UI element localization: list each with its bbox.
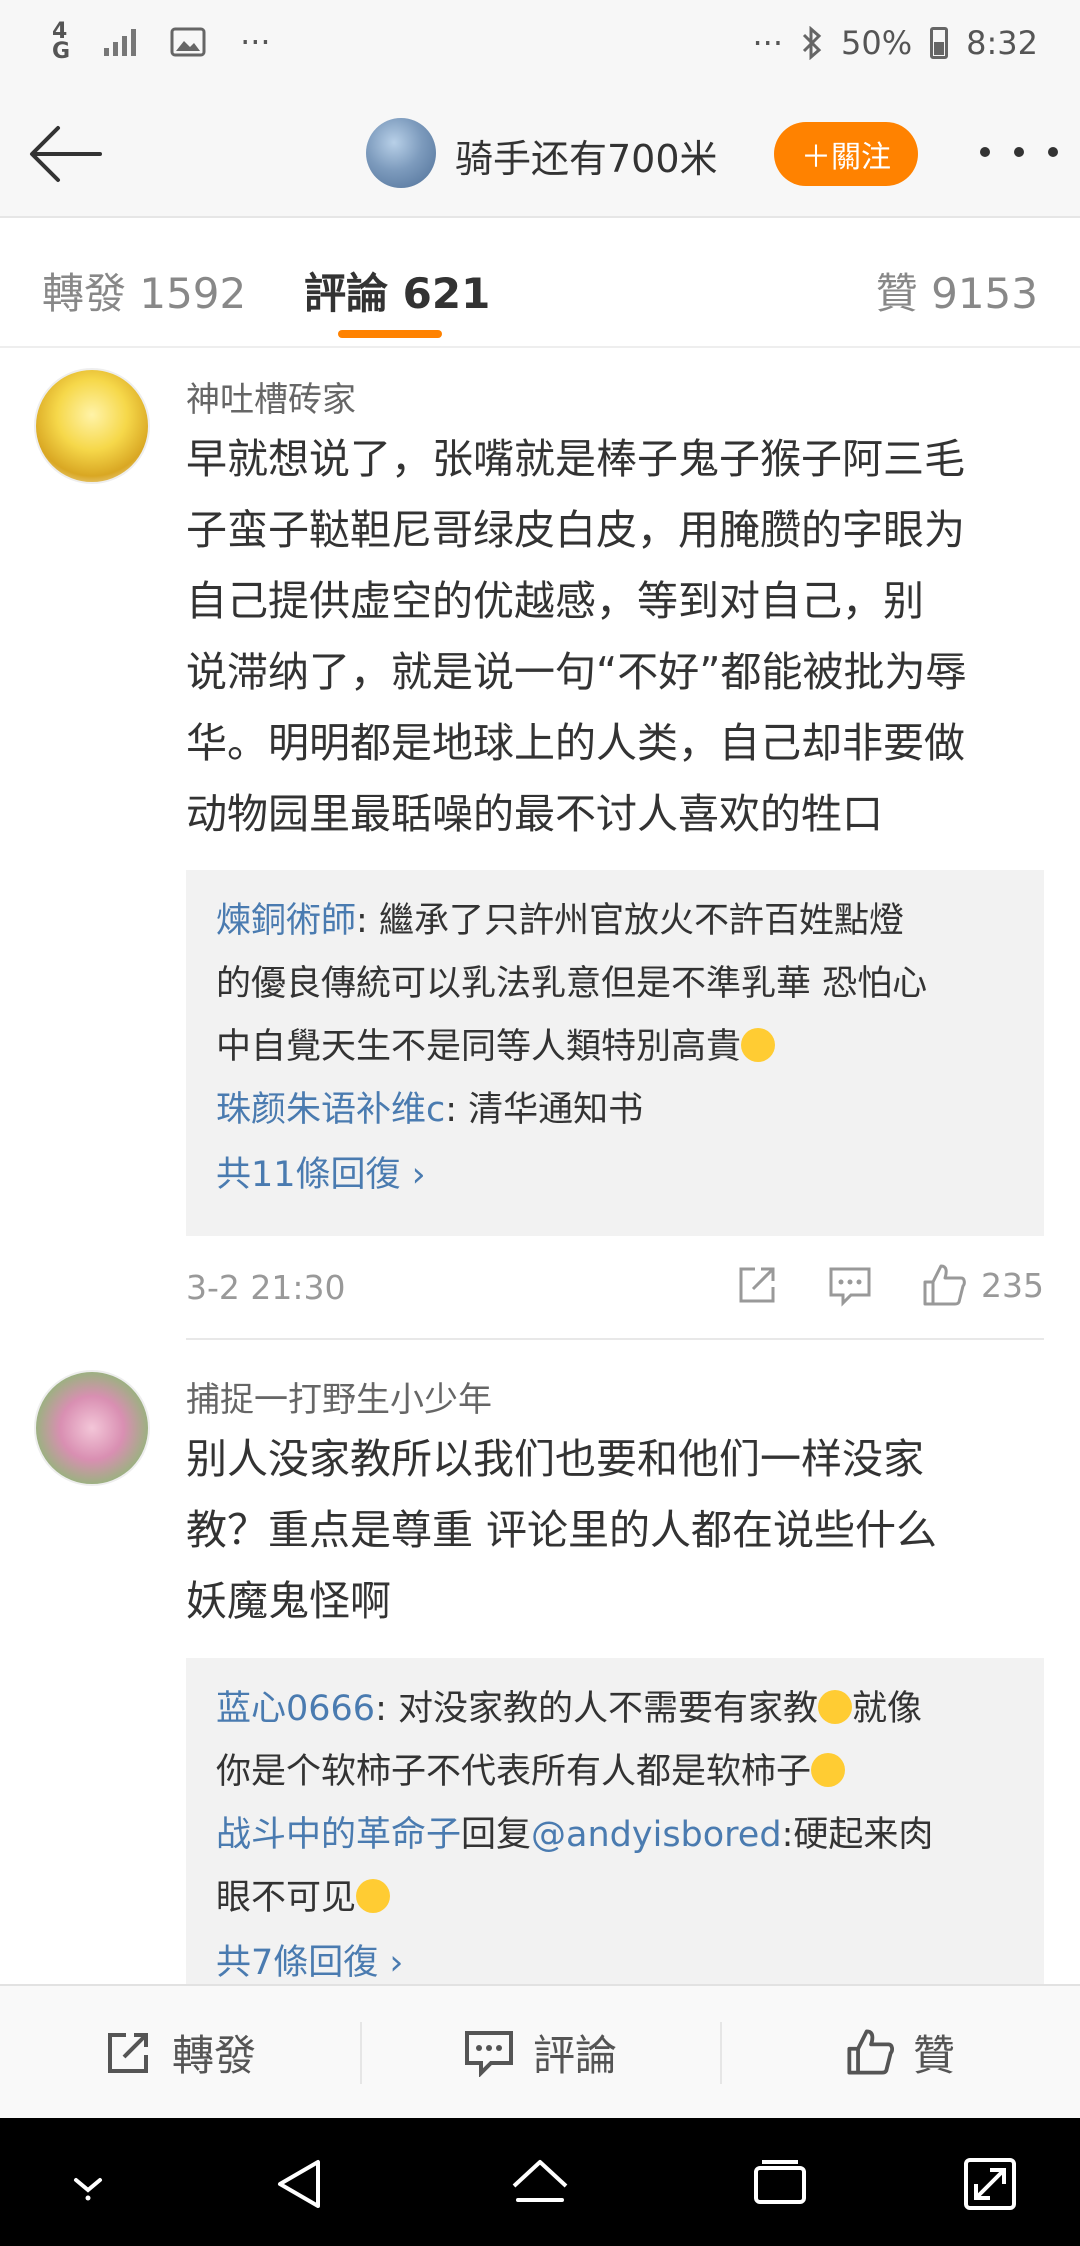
hide-keyboard-icon[interactable] bbox=[58, 2154, 118, 2214]
like-label: 贊 bbox=[912, 2030, 955, 2080]
reply-box[interactable]: 蓝心0666: 对没家教的人不需要有家教 就像 你是个软柿子不代表所有人都是软柿子… bbox=[186, 1658, 1044, 1984]
thumbs-up-icon bbox=[847, 2029, 894, 2075]
thumbs-up-icon bbox=[923, 1264, 966, 1306]
tab-bar: 轉發 1592 評論 621 贊 9153 bbox=[0, 218, 1080, 348]
comment-line: 别人没家教所以我们也要和他们一样没家 bbox=[186, 1435, 924, 1483]
bluetooth-icon bbox=[802, 26, 822, 60]
smile-emoji-icon bbox=[811, 1753, 846, 1787]
comment-text: 别人没家教所以我们也要和他们一样没家 教？重点是尊重 评论里的人都在说些什么 妖… bbox=[186, 1424, 1046, 1637]
comment-line: 早就想说了，张嘴就是棒子鬼子猴子阿三毛 bbox=[186, 435, 965, 483]
status-more: ··· bbox=[752, 24, 784, 62]
reply-text: 对没家教的人不需要有家教 bbox=[398, 1689, 819, 1729]
author-name[interactable]: 骑手还有700米 bbox=[455, 128, 718, 183]
tab-comment[interactable]: 評論 621 bbox=[304, 260, 490, 321]
clock: 8:32 bbox=[966, 24, 1038, 62]
reply-item: 煉銅術師: 繼承了只許州官放火不許百姓點燈 bbox=[216, 890, 1014, 953]
comment-label: 評論 bbox=[532, 2030, 617, 2080]
reply-text: :硬起来肉 bbox=[781, 1815, 934, 1855]
reply-username[interactable]: 蓝心0666 bbox=[216, 1689, 375, 1729]
comment-text: 早就想说了，张嘴就是棒子鬼子猴子阿三毛 子蛮子鞑靼尼哥绿皮白皮，用腌臜的字眼为 … bbox=[186, 424, 1046, 850]
reply-item: 蓝心0666: 对没家教的人不需要有家教 就像 bbox=[216, 1678, 1014, 1741]
comment-actions: 235 bbox=[735, 1262, 1044, 1308]
comment-line: 自己提供虚空的优越感，等到对自己，别 bbox=[186, 577, 924, 625]
signal-icon bbox=[104, 28, 137, 56]
network-type-icon: 4G bbox=[52, 19, 71, 64]
comment-username[interactable]: 捕捉一打野生小少年 bbox=[186, 1372, 492, 1421]
bottom-toolbar: 轉發 評論 贊 bbox=[0, 1984, 1080, 2118]
repost-label: 轉發 bbox=[171, 2030, 256, 2080]
comment-username[interactable]: 神吐槽砖家 bbox=[186, 372, 356, 421]
author-avatar[interactable] bbox=[366, 118, 436, 188]
repost-icon bbox=[107, 2033, 148, 2073]
comment-line: 说滞纳了，就是说一句“不好”都能被批为辱 bbox=[186, 648, 967, 696]
laugh-cry-emoji-icon bbox=[741, 1028, 776, 1062]
reply-text: 就像 bbox=[852, 1689, 923, 1729]
like-count: 235 bbox=[981, 1265, 1044, 1305]
smile-emoji-icon bbox=[818, 1690, 853, 1724]
mention-link[interactable]: @andyisbored bbox=[531, 1815, 782, 1855]
reply-item: 战斗中的革命子回复@andyisbored:硬起来肉 bbox=[216, 1804, 1014, 1867]
comment-line: 华。明明都是地球上的人类，自己却非要做 bbox=[186, 719, 965, 767]
comment-line: 子蛮子鞑靼尼哥绿皮白皮，用腌臜的字眼为 bbox=[186, 506, 965, 554]
reply-username[interactable]: 煉銅術師 bbox=[216, 901, 356, 941]
battery-percent: 50% bbox=[841, 24, 913, 62]
reply-username[interactable]: 珠颜朱语补维c bbox=[216, 1090, 445, 1130]
gallery-icon bbox=[170, 27, 206, 57]
share-icon[interactable] bbox=[735, 1263, 779, 1307]
reply-text: 的優良傳統可以乳法乳意但是不準乳華 恐怕心 bbox=[216, 964, 928, 1004]
avatar[interactable] bbox=[34, 368, 150, 484]
reply-item: 珠颜朱语补维c: 清华通知书 bbox=[216, 1079, 1014, 1142]
comment-line: 妖魔鬼怪啊 bbox=[186, 1577, 391, 1625]
like-post-button[interactable]: 贊 bbox=[720, 1986, 1080, 2118]
reply-box[interactable]: 煉銅術師: 繼承了只許州官放火不許百姓點燈 的優良傳統可以乳法乳意但是不準乳華 … bbox=[186, 870, 1044, 1236]
reply-text: 中自覺天生不是同等人類特別高貴 bbox=[216, 1027, 742, 1067]
back-nav-icon[interactable] bbox=[272, 2154, 332, 2214]
reply-text: 眼不可见 bbox=[216, 1878, 357, 1918]
like-button[interactable]: 235 bbox=[921, 1262, 1044, 1308]
repost-button[interactable]: 轉發 bbox=[0, 1986, 360, 2118]
comment-line: 教？重点是尊重 评论里的人都在说些什么 bbox=[186, 1506, 938, 1554]
tab-active-indicator bbox=[338, 330, 442, 338]
divider bbox=[186, 1338, 1044, 1340]
reply-text: 清华通知书 bbox=[468, 1090, 644, 1130]
reply-text-end: 中自覺天生不是同等人類特別高貴 bbox=[216, 1016, 1014, 1079]
avatar[interactable] bbox=[34, 1370, 150, 1486]
reply-label: 回复 bbox=[461, 1815, 532, 1855]
more-replies-link[interactable]: 共7條回復 › bbox=[216, 1930, 1014, 1984]
comment-time: 3-2 21:30 bbox=[186, 1268, 346, 1307]
recent-apps-icon[interactable] bbox=[750, 2154, 810, 2214]
system-nav-bar bbox=[0, 2118, 1080, 2246]
header: 骑手还有700米 ＋關注 bbox=[0, 90, 1080, 218]
comment-button[interactable]: 評論 bbox=[360, 1986, 720, 2118]
tab-like[interactable]: 贊 9153 bbox=[876, 260, 1038, 321]
back-arrow-icon[interactable] bbox=[28, 116, 104, 192]
reply-text: 你是个软柿子不代表所有人都是软柿子 bbox=[216, 1752, 812, 1792]
reply-separator: : bbox=[445, 1090, 469, 1130]
thinking-emoji-icon bbox=[356, 1879, 391, 1913]
tab-repost[interactable]: 轉發 1592 bbox=[42, 260, 246, 321]
reply-text-end: 你是个软柿子不代表所有人都是软柿子 bbox=[216, 1741, 1014, 1804]
status-bar: 4G ··· ··· 50% 8:32 bbox=[0, 0, 1080, 90]
home-nav-icon[interactable] bbox=[510, 2154, 570, 2214]
more-replies-link[interactable]: 共11條回復 › bbox=[216, 1142, 1014, 1208]
comment-line: 动物园里最聒噪的最不讨人喜欢的牲口 bbox=[186, 790, 883, 838]
reply-comment-icon[interactable] bbox=[827, 1263, 873, 1307]
reply-text-end: 眼不可见 bbox=[216, 1867, 1014, 1930]
expand-icon[interactable] bbox=[960, 2154, 1020, 2214]
more-notifications: ··· bbox=[240, 23, 271, 61]
more-options-icon[interactable] bbox=[980, 130, 1058, 174]
comment-icon bbox=[464, 2031, 513, 2077]
battery-icon bbox=[930, 27, 949, 59]
reply-separator: : bbox=[375, 1689, 398, 1729]
reply-separator: : bbox=[356, 901, 379, 941]
follow-button[interactable]: ＋關注 bbox=[774, 122, 918, 186]
reply-text: 繼承了只許州官放火不許百姓點燈 bbox=[378, 901, 904, 941]
reply-username[interactable]: 战斗中的革命子 bbox=[216, 1815, 461, 1855]
